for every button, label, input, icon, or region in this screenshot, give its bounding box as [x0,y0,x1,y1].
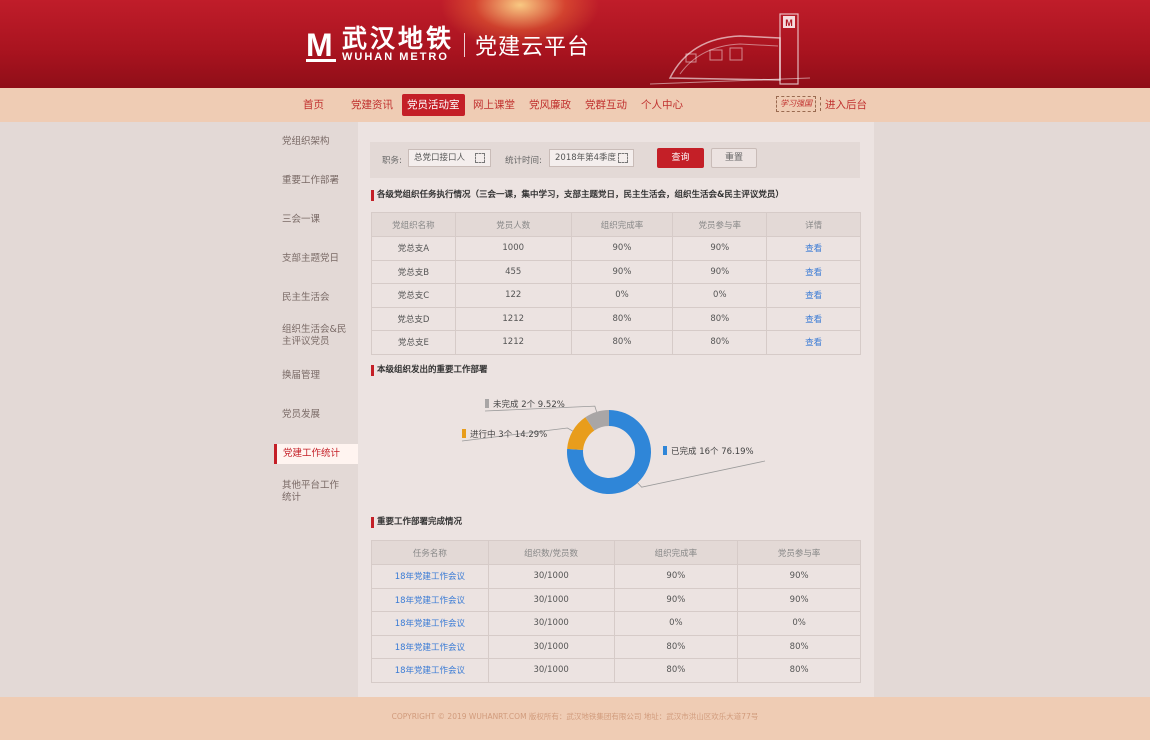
copyright-text: COPYRIGHT © 2019 WUHANRT.COM 版权所有：武汉地铁集团… [391,712,759,721]
nav-item-online-class[interactable]: 网上课堂 [468,94,520,116]
legend-swatch-orange [462,429,466,438]
cell-org-completion: 90% [613,564,739,589]
cell-org-member-count: 30/1000 [487,635,615,659]
sidebar-item-statistics[interactable]: 党建工作统计 [274,444,358,464]
cell-org-completion: 90% [613,588,739,612]
logo-cn: 武汉地铁 [342,24,455,53]
nav-item-news[interactable]: 党建资讯 [346,94,398,116]
sidebar-item-theme-day[interactable]: 支部主题党日 [274,253,358,265]
cell-member-participation: 90% [737,588,861,612]
cell-org-member-count: 30/1000 [487,611,615,636]
table-row: 18年党建工作会议 30/1000 80% 80% [371,635,861,659]
leader-line-completed [637,460,766,488]
legend-completed: 已完成 16个 76.19% [663,445,754,457]
xuexi-badge[interactable]: 学习强国 [776,96,816,112]
nav-divider [820,97,821,111]
platform-title: 党建云平台 [475,34,591,60]
main-content: 职务: 总党口接口人 统计时间: 2018年第4季度 查询 重置 各级党组织任务… [358,122,874,697]
task-name-link[interactable]: 18年党建工作会议 [371,658,489,683]
legend-unfinished-text: 未完成 2个 9.52% [493,400,565,410]
sidebar: 党组织架构 重要工作部署 三会一课 支部主题党日 民主生活会 组织生活会&民主评… [274,122,358,697]
cell-member-participation: 0% [737,611,861,636]
main-nav: 首页 党建资讯 党员活动室 网上课堂 党风廉政 党群互动 个人中心 学习强国 进… [0,88,1150,122]
cell-member-participation: 80% [737,658,861,683]
sidebar-item-election[interactable]: 换届管理 [274,370,358,382]
backend-entry[interactable]: 学习强国 进入后台 [776,96,867,112]
col-task-name: 任务名称 [371,540,489,565]
legend-swatch-blue [663,446,667,455]
cell-org-completion: 80% [613,635,739,659]
cell-org-member-count: 30/1000 [487,658,615,683]
cell-org-member-count: 30/1000 [487,588,615,612]
legend-swatch-grey [485,399,489,408]
table-row: 18年党建工作会议 30/1000 90% 90% [371,588,861,612]
footer: COPYRIGHT © 2019 WUHANRT.COM 版权所有：武汉地铁集团… [0,697,1150,740]
cell-org-member-count: 30/1000 [487,564,615,589]
task-name-link[interactable]: 18年党建工作会议 [371,611,489,636]
table-row: 18年党建工作会议 30/1000 0% 0% [371,611,861,636]
col-org-completion: 组织完成率 [613,540,739,565]
sidebar-item-org-structure[interactable]: 党组织架构 [274,136,358,148]
legend-unfinished: 未完成 2个 9.52% [485,398,565,410]
site-logo[interactable]: M 武汉地铁 WUHAN METRO 党建云平台 [306,26,590,63]
nav-item-interaction[interactable]: 党群互动 [580,94,632,116]
sidebar-item-org-life-review[interactable]: 组织生活会&民主评议党员 [274,324,352,348]
sidebar-item-three-meetings[interactable]: 三会一课 [274,214,358,226]
task-name-link[interactable]: 18年党建工作会议 [371,564,489,589]
sidebar-item-key-work[interactable]: 重要工作部署 [274,175,358,187]
logo-en: WUHAN METRO [342,51,449,63]
col-member-participation: 党员参与率 [737,540,861,565]
legend-in-progress-text: 进行中 3个 14.29% [470,430,548,440]
metro-logo-icon: M [306,28,336,62]
nav-item-activity-room[interactable]: 党员活动室 [402,94,465,116]
svg-text:M: M [785,18,793,28]
table-header-row: 任务名称 组织数/党员数 组织完成率 党员参与率 [371,540,861,565]
section-title-deployment: 重要工作部署完成情况 [371,517,462,528]
cell-member-participation: 90% [737,564,861,589]
cell-org-completion: 0% [613,611,739,636]
col-org-member-count: 组织数/党员数 [487,540,615,565]
sidebar-item-democratic-life[interactable]: 民主生活会 [274,292,358,304]
logo-divider [464,32,466,57]
nav-item-personal[interactable]: 个人中心 [636,94,688,116]
cell-org-completion: 80% [613,658,739,683]
sidebar-item-other-statistics[interactable]: 其他平台工作统计 [274,480,346,504]
table-row: 18年党建工作会议 30/1000 90% 90% [371,564,861,589]
task-name-link[interactable]: 18年党建工作会议 [371,588,489,612]
metro-train-icon: M [650,13,810,85]
header-banner: M 武汉地铁 WUHAN METRO 党建云平台 M [0,0,1150,88]
legend-in-progress: 进行中 3个 14.29% [462,428,547,440]
sidebar-item-member-growth[interactable]: 党员发展 [274,409,358,421]
nav-item-home[interactable]: 首页 [298,94,329,116]
task-name-link[interactable]: 18年党建工作会议 [371,635,489,659]
legend-completed-text: 已完成 16个 76.19% [671,447,754,457]
deployment-table: 任务名称 组织数/党员数 组织完成率 党员参与率 18年党建工作会议 30/10… [371,540,861,683]
nav-item-integrity[interactable]: 党风廉政 [524,94,576,116]
backend-link[interactable]: 进入后台 [825,97,867,112]
cell-member-participation: 80% [737,635,861,659]
table-row: 18年党建工作会议 30/1000 80% 80% [371,658,861,683]
